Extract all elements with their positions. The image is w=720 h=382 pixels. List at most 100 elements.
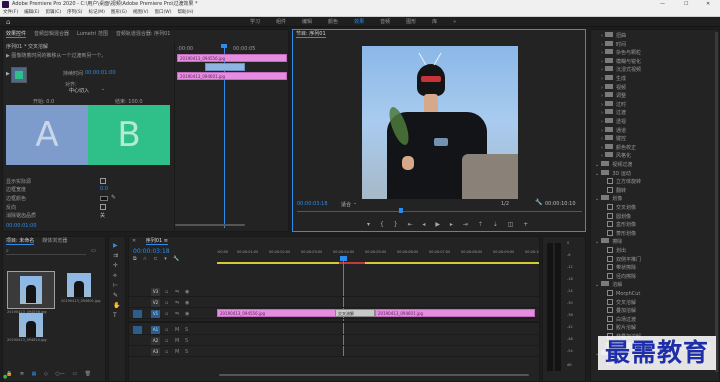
- track-label-v3[interactable]: V3: [151, 288, 160, 296]
- solo-icon[interactable]: S: [185, 336, 188, 346]
- bin-thumb-3[interactable]: [19, 313, 43, 337]
- minimize-button[interactable]: —: [660, 0, 665, 9]
- ec-tab-0[interactable]: 效果控件: [6, 31, 27, 38]
- ec-transition-block[interactable]: [205, 63, 245, 71]
- step-forward-icon[interactable]: ▸: [450, 221, 453, 228]
- extract-icon[interactable]: ⇣: [493, 221, 498, 228]
- razor-icon[interactable]: ⟡: [113, 271, 120, 281]
- workspace-tab-3[interactable]: 颜色: [328, 19, 338, 25]
- menu-item-1[interactable]: 编辑(E): [24, 10, 39, 15]
- eye-icon[interactable]: ◉: [185, 309, 189, 319]
- timeline-playhead-head[interactable]: [340, 256, 347, 261]
- track-label-a2[interactable]: A2: [151, 337, 160, 345]
- type-tool-icon[interactable]: T: [113, 311, 120, 321]
- chevron-down-icon[interactable]: ⌄: [353, 200, 357, 206]
- bin-thumb-2[interactable]: [67, 273, 91, 297]
- workspace-tab-7[interactable]: 库: [432, 19, 437, 25]
- resolution-dropdown[interactable]: 1/2: [501, 201, 509, 207]
- lock-icon[interactable]: ▫: [165, 325, 168, 335]
- solo-icon[interactable]: S: [185, 347, 188, 357]
- project-search[interactable]: [6, 249, 86, 255]
- work-area-bar[interactable]: [217, 262, 539, 264]
- bin-thumb-1[interactable]: [7, 271, 55, 309]
- go-to-out-icon[interactable]: ⇥: [463, 221, 468, 228]
- close-button[interactable]: ✕: [706, 0, 710, 9]
- menu-item-6[interactable]: 视图(V): [133, 10, 149, 15]
- project-tab-0[interactable]: 项目: 未命名: [6, 238, 35, 245]
- eye-icon[interactable]: ◉: [185, 287, 189, 297]
- lock-icon[interactable]: ▫: [165, 336, 168, 346]
- menu-item-5[interactable]: 图形(G): [111, 10, 127, 15]
- antialias-dropdown[interactable]: 关: [100, 212, 105, 219]
- ec-scrollbar[interactable]: [175, 224, 245, 226]
- add-marker-icon[interactable]: ▾: [367, 221, 370, 228]
- workspace-tab-2[interactable]: 编辑: [302, 19, 312, 25]
- lock-icon[interactable]: ▫: [165, 287, 168, 297]
- export-frame-icon[interactable]: ◫: [508, 221, 514, 228]
- wrench-icon[interactable]: 🔧: [535, 199, 542, 206]
- slip-tool-icon[interactable]: ⊢: [113, 281, 120, 291]
- maximize-button[interactable]: ☐: [684, 0, 688, 9]
- timeline-scrollbar[interactable]: [219, 374, 529, 376]
- border-width-value[interactable]: 0.0: [100, 186, 108, 192]
- workspace-tab-4[interactable]: 效果: [354, 19, 364, 25]
- track-label-v1[interactable]: V1: [151, 310, 160, 318]
- lift-icon[interactable]: ⇡: [478, 221, 483, 228]
- track-source-a3[interactable]: [133, 348, 142, 356]
- workspace-tab-5[interactable]: 音频: [380, 19, 390, 25]
- menu-item-8[interactable]: 帮助(H): [177, 10, 193, 15]
- program-scrubber[interactable]: [297, 211, 582, 212]
- mute-icon[interactable]: M: [175, 347, 179, 357]
- settings-icon[interactable]: 🔧: [173, 256, 179, 262]
- sync-icon[interactable]: ⇋: [175, 309, 179, 319]
- border-color-swatch[interactable]: [100, 196, 108, 201]
- ec-tab-1[interactable]: 音频剪辑混合器: [34, 31, 69, 37]
- track-label-a3[interactable]: A3: [151, 348, 160, 356]
- eye-icon[interactable]: ◉: [185, 298, 189, 308]
- go-to-in-icon[interactable]: ⇤: [407, 221, 412, 228]
- snap-icon[interactable]: ∩: [143, 256, 147, 262]
- align-dropdown[interactable]: 中心切入: [69, 87, 89, 94]
- selection-tool-icon[interactable]: ▶: [113, 241, 120, 251]
- show-actual-checkbox[interactable]: [100, 178, 106, 184]
- menu-item-2[interactable]: 剪辑(C): [45, 10, 61, 15]
- marker-icon[interactable]: ▾: [164, 256, 167, 262]
- timeline-timecode[interactable]: 00:00:03:18: [133, 248, 170, 255]
- timeline-ruler[interactable]: :00:00 00:00:01:00 00:00:02:00 00:00:03:00 0…: [217, 250, 539, 260]
- workspace-more-button[interactable]: »: [453, 19, 456, 25]
- lock-icon[interactable]: ▫: [165, 347, 168, 357]
- workspace-tab-0[interactable]: 学习: [250, 19, 260, 25]
- reverse-checkbox[interactable]: [100, 204, 106, 210]
- close-icon[interactable]: ✕: [132, 238, 136, 244]
- lock-icon[interactable]: ▫: [165, 309, 168, 319]
- step-back-icon[interactable]: ◂: [422, 221, 425, 228]
- workspace-tab-6[interactable]: 图形: [406, 19, 416, 25]
- play-icon[interactable]: ▶: [435, 221, 440, 228]
- hand-tool-icon[interactable]: ✋: [113, 301, 120, 311]
- track-select-icon[interactable]: ⇉: [113, 251, 120, 261]
- effects-scrollbar[interactable]: [715, 32, 718, 372]
- home-icon[interactable]: ⌂: [6, 18, 10, 26]
- project-tab-1[interactable]: 媒体浏览器: [42, 238, 67, 244]
- menu-item-7[interactable]: 窗口(W): [155, 10, 172, 15]
- track-source-a2[interactable]: [133, 337, 142, 345]
- track-source-v2[interactable]: [133, 299, 142, 307]
- pen-tool-icon[interactable]: ✎: [113, 291, 120, 301]
- lock-icon[interactable]: ▫: [165, 298, 168, 308]
- ec-clip-b[interactable]: 20190413_094601.jpg: [177, 72, 287, 80]
- chevron-down-icon[interactable]: ⌄: [101, 86, 105, 92]
- menu-item-4[interactable]: 标记(M): [89, 10, 105, 15]
- ripple-edit-icon[interactable]: ✛: [113, 261, 120, 271]
- mark-out-icon[interactable]: }: [394, 221, 398, 228]
- play-transition-button[interactable]: ▶: [6, 71, 10, 77]
- ec-clip-a[interactable]: 20190413_094556.jpg: [177, 54, 287, 62]
- menu-item-0[interactable]: 文件(F): [3, 10, 18, 15]
- mute-icon[interactable]: M: [175, 336, 179, 346]
- mark-in-icon[interactable]: {: [380, 221, 384, 228]
- program-playhead[interactable]: [399, 208, 403, 213]
- duration-value[interactable]: 00:00:01:00: [85, 70, 116, 76]
- sync-icon[interactable]: ⇋: [175, 287, 179, 297]
- menu-item-3[interactable]: 序列(S): [67, 10, 82, 15]
- workspace-tab-1[interactable]: 组件: [276, 19, 286, 25]
- track-source-a1[interactable]: [133, 326, 142, 334]
